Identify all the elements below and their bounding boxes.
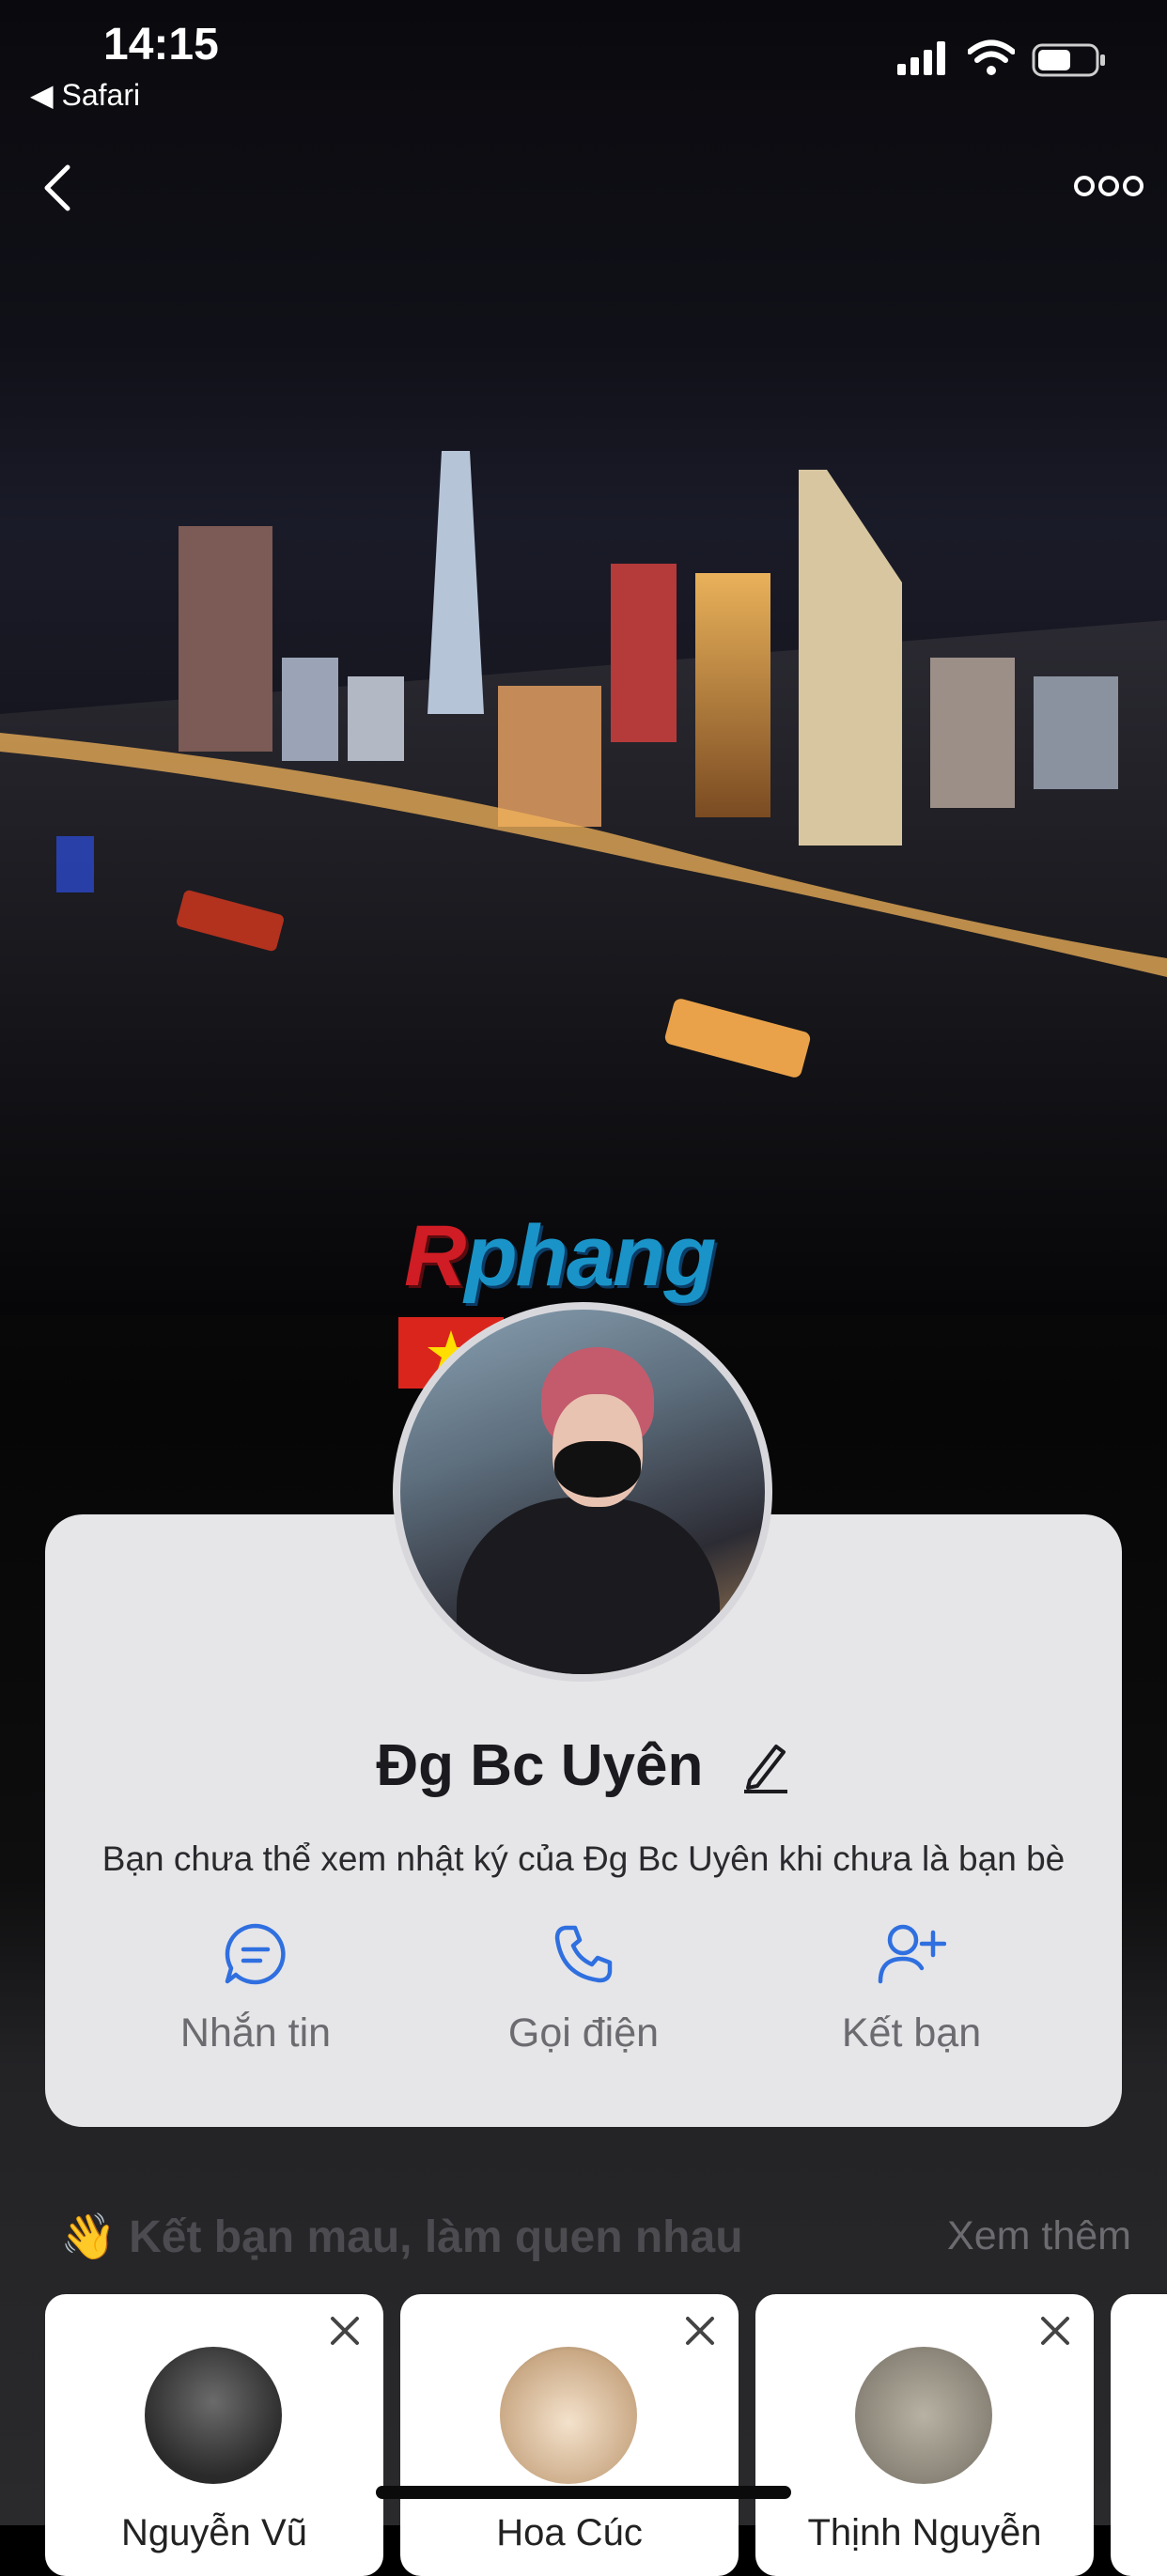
suggestion-card[interactable]: Thịnh Nguyễn bbox=[755, 2294, 1094, 2576]
suggestion-card-partial[interactable] bbox=[1111, 2294, 1167, 2576]
suggestion-avatar[interactable] bbox=[855, 2347, 992, 2484]
see-more-link[interactable]: Xem thêm bbox=[947, 2213, 1131, 2259]
more-options-icon[interactable] bbox=[1071, 167, 1146, 205]
call-button[interactable]: Gọi điện bbox=[461, 1916, 706, 2056]
phone-icon bbox=[554, 1925, 613, 1983]
close-icon[interactable] bbox=[329, 2315, 361, 2347]
friend-suggestions-title: 👋 Kết bạn mau, làm quen nhau bbox=[60, 2212, 743, 2262]
close-icon[interactable] bbox=[684, 2315, 716, 2347]
status-bar: 14:15 ◀ Safari bbox=[0, 0, 1167, 132]
suggestion-card[interactable]: Nguyễn Vũ bbox=[45, 2294, 383, 2576]
suggestion-avatar[interactable] bbox=[500, 2347, 637, 2484]
message-button[interactable]: Nhắn tin bbox=[133, 1916, 378, 2056]
profile-name: Đg Bc Uyên bbox=[0, 1729, 1167, 1799]
add-friend-label: Kết bạn bbox=[841, 2010, 982, 2056]
suggestion-name: Hoa Cúc bbox=[496, 2512, 643, 2553]
add-friend-button[interactable]: Kết bạn bbox=[789, 1916, 1034, 2056]
profile-avatar[interactable] bbox=[393, 1302, 772, 1682]
suggestion-name: Nguyễn Vũ bbox=[121, 2512, 307, 2553]
back-to-safari-link[interactable]: ◀ Safari bbox=[30, 77, 140, 113]
signal-icon bbox=[897, 41, 945, 75]
diary-privacy-notice: Bạn chưa thể xem nhật ký của Đg Bc Uyên … bbox=[101, 1839, 1066, 1878]
edit-pencil-icon[interactable] bbox=[740, 1739, 791, 1793]
call-label: Gọi điện bbox=[507, 2010, 660, 2056]
chat-bubble-icon bbox=[225, 1923, 286, 1985]
add-friend-icon bbox=[878, 1924, 946, 1984]
suggestion-avatar[interactable] bbox=[145, 2347, 282, 2484]
watermark-logo: Rphang bbox=[404, 1208, 716, 1304]
suggestion-name: Thịnh Nguyễn bbox=[807, 2512, 1042, 2553]
close-icon[interactable] bbox=[1039, 2315, 1071, 2347]
suggestion-card[interactable]: Hoa Cúc bbox=[400, 2294, 739, 2576]
battery-icon bbox=[1032, 43, 1105, 77]
message-label: Nhắn tin bbox=[179, 2010, 332, 2056]
home-indicator[interactable] bbox=[376, 2486, 791, 2499]
wifi-icon bbox=[968, 39, 1015, 75]
status-time: 14:15 bbox=[103, 20, 219, 70]
back-chevron-icon[interactable] bbox=[34, 160, 81, 216]
